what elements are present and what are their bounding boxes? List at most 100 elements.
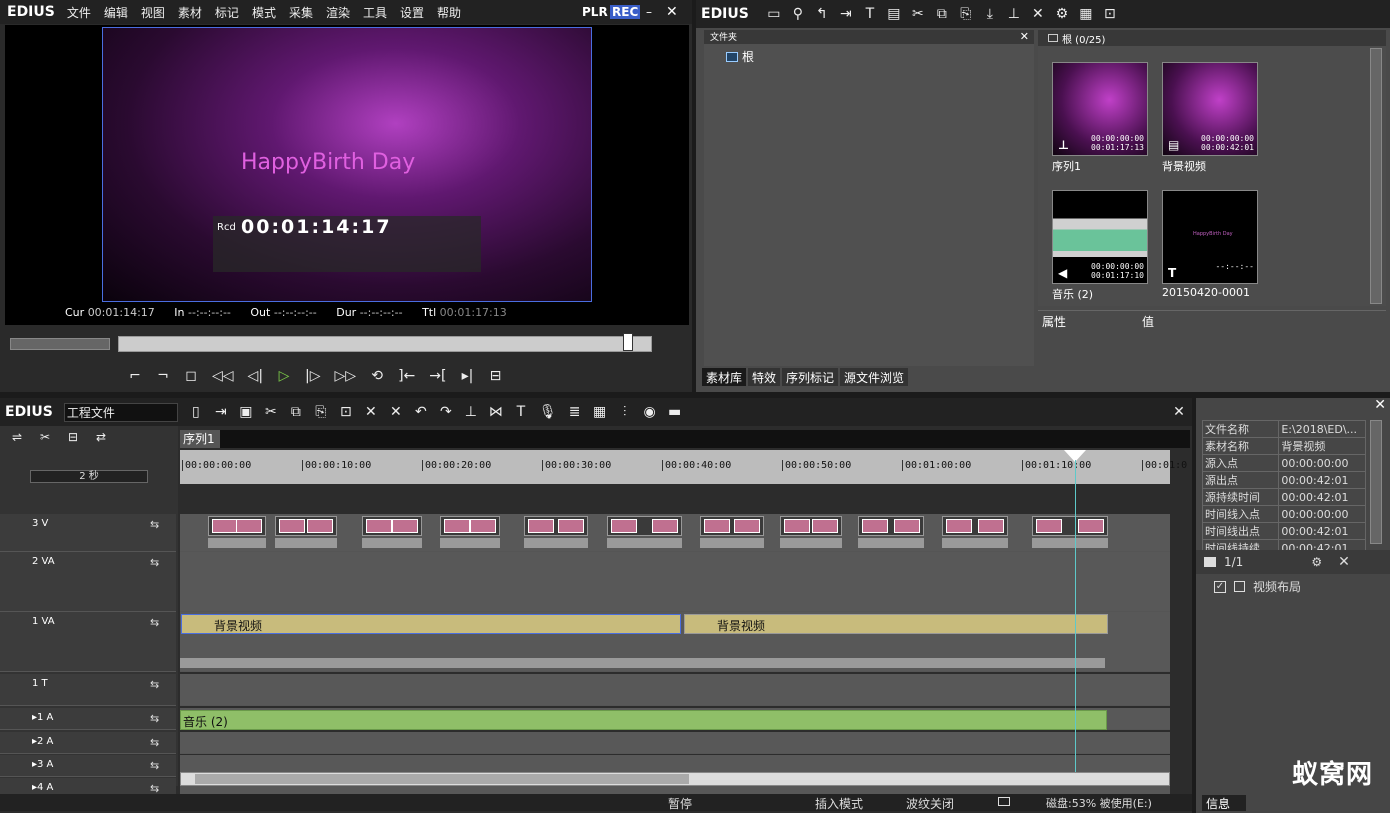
plr-label[interactable]: PLR <box>582 5 608 19</box>
delete-icon[interactable]: ✕ <box>1031 6 1045 22</box>
new-icon[interactable]: ▯ <box>189 404 203 420</box>
up-icon[interactable]: ↰ <box>815 6 829 22</box>
video-clip[interactable] <box>942 516 1008 536</box>
video-clip[interactable] <box>700 516 764 536</box>
stop-icon[interactable]: ◻ <box>184 368 198 384</box>
video-clip[interactable] <box>208 516 266 536</box>
properties-icon[interactable]: ⚙ <box>1055 6 1069 22</box>
video-clip[interactable] <box>780 516 842 536</box>
undo-icon[interactable]: ↶ <box>414 404 428 420</box>
track-sync-icon[interactable]: ⇆ <box>150 616 159 629</box>
video-clip[interactable] <box>275 516 337 536</box>
track-sync-icon[interactable]: ⇆ <box>150 678 159 691</box>
track-header[interactable]: ▸2 A ⇆ <box>0 732 176 754</box>
timeline-close-icon[interactable]: ✕ <box>1172 404 1186 420</box>
track-sync-icon[interactable]: ⇆ <box>150 759 159 772</box>
rec-label[interactable]: REC <box>610 5 641 19</box>
clip-thumbnail[interactable]: ▤ 00:00:00:00 00:00:42:01 <box>1162 62 1258 156</box>
color-icon[interactable]: ◉ <box>643 404 657 420</box>
track-sync-icon[interactable]: ⇆ <box>150 736 159 749</box>
track-lane[interactable] <box>180 674 1170 706</box>
position-slider[interactable] <box>118 333 652 352</box>
minimize-icon[interactable]: – <box>646 5 652 19</box>
menu-item-3[interactable]: 素材 <box>178 6 202 20</box>
copy-icon[interactable]: ⧉ <box>935 6 949 22</box>
track-header[interactable]: 1 VA ⇆ <box>0 612 176 672</box>
overwrite-icon[interactable]: ⊟ <box>488 368 502 384</box>
replace-icon[interactable]: ⊡ <box>339 404 353 420</box>
bin-tab-3[interactable]: 源文件浏览 <box>840 368 909 386</box>
menu-item-6[interactable]: 采集 <box>289 6 313 20</box>
fast-forward-icon[interactable]: ▷▷ <box>335 368 357 384</box>
track-header[interactable]: ▸3 A ⇆ <box>0 755 176 777</box>
rewind-icon[interactable]: ◁◁ <box>212 368 234 384</box>
color-bar-icon[interactable]: ▤ <box>887 6 901 22</box>
bin-close-icon[interactable]: ⊡ <box>1103 6 1117 22</box>
timeline-hscroll[interactable] <box>180 772 1170 786</box>
shuttle-slider[interactable] <box>10 338 110 350</box>
zoom-control[interactable]: 2 秒 <box>30 470 148 483</box>
bg-video-clip-2[interactable]: 背景视频 <box>684 614 1108 634</box>
title-icon[interactable]: T <box>863 6 877 22</box>
track-sync-icon[interactable]: ⇆ <box>150 556 159 569</box>
folder-root[interactable]: 根 <box>726 48 1034 65</box>
loop-icon[interactable]: ⟲ <box>370 368 384 384</box>
delete-tl-icon[interactable]: ✕ <box>364 404 378 420</box>
menu-item-9[interactable]: 设置 <box>400 6 424 20</box>
info-tab[interactable]: 信息 <box>1202 795 1246 811</box>
video-clip[interactable] <box>1032 516 1108 536</box>
folder-close-icon[interactable]: ✕ <box>1020 30 1029 44</box>
menu-item-1[interactable]: 编辑 <box>104 6 128 20</box>
save-icon[interactable]: ▣ <box>239 404 253 420</box>
ripple-delete-icon[interactable]: ✕ <box>389 404 403 420</box>
copy-tl-icon[interactable]: ⧉ <box>289 404 303 420</box>
menu-item-2[interactable]: 视图 <box>141 6 165 20</box>
next-edit-icon[interactable]: →[ <box>429 368 446 384</box>
insert-timeline-icon[interactable]: ⊥ <box>1007 6 1021 22</box>
video-clip[interactable] <box>362 516 422 536</box>
track-sync-icon[interactable]: ⇆ <box>150 518 159 531</box>
split-icon[interactable]: ✂ <box>38 430 52 444</box>
info-scrollbar[interactable] <box>1370 420 1382 544</box>
close-icon[interactable]: ✕ <box>666 4 678 20</box>
search-icon[interactable]: ⚲ <box>791 6 805 22</box>
menu-item-4[interactable]: 标记 <box>215 6 239 20</box>
cut-tl-icon[interactable]: ✂ <box>264 404 278 420</box>
effect-checkbox[interactable]: ✓ <box>1214 580 1226 593</box>
effects-delete-icon[interactable]: ✕ <box>1338 554 1350 570</box>
sync-icon[interactable]: ⇄ <box>94 430 108 444</box>
step-forward-icon[interactable]: |▷ <box>305 368 320 384</box>
music-clip[interactable]: 音乐 (2) <box>180 710 1107 730</box>
track-header[interactable]: ▸1 A ⇆ <box>0 708 176 730</box>
bg-video-clip-1[interactable]: 背景视频 <box>181 614 681 634</box>
effect-item[interactable]: ✓ 视频布局 <box>1214 578 1301 595</box>
track-lane[interactable] <box>180 732 1170 754</box>
hscroll-thumb[interactable] <box>195 774 689 784</box>
clip-thumbnail[interactable]: ⊥ 00:00:00:00 00:01:17:13 <box>1052 62 1148 156</box>
cut-icon[interactable]: ✂ <box>911 6 925 22</box>
prev-edit-icon[interactable]: ]← <box>398 368 415 384</box>
status-insert[interactable]: 插入模式 <box>815 795 863 812</box>
link-icon[interactable]: ⋈ <box>489 404 503 420</box>
import-icon[interactable]: ⇥ <box>839 6 853 22</box>
effects-settings-icon[interactable]: ⚙ <box>1311 555 1322 569</box>
play-icon[interactable]: ▷ <box>277 368 291 384</box>
menu-item-7[interactable]: 渲染 <box>326 6 350 20</box>
video-clip[interactable] <box>607 516 682 536</box>
bin-tab-2[interactable]: 序列标记 <box>782 368 839 386</box>
video-clip[interactable] <box>858 516 924 536</box>
track-sync-icon[interactable]: ⇆ <box>150 712 159 725</box>
marker-icon[interactable]: ⊥ <box>464 404 478 420</box>
menu-item-5[interactable]: 模式 <box>252 6 276 20</box>
redo-icon[interactable]: ↷ <box>439 404 453 420</box>
paste-tl-icon[interactable]: ⎘ <box>314 404 328 420</box>
track-header[interactable]: 1 T ⇆ <box>0 674 176 706</box>
timeline-ruler[interactable]: 00:00:00:00 00:00:10:00 00:00:20:00 00:00:3… <box>180 450 1187 484</box>
playhead-handle[interactable] <box>623 333 633 351</box>
menu-item-8[interactable]: 工具 <box>363 6 387 20</box>
track-lane[interactable] <box>180 552 1170 612</box>
bin-tab-0[interactable]: 素材库 <box>702 368 747 386</box>
clip-thumbnail[interactable]: ◀ 00:00:00:00 00:01:17:10 <box>1052 190 1148 284</box>
open-icon[interactable]: ⇥ <box>214 404 228 420</box>
mic-icon[interactable]: 🎙 <box>539 404 557 420</box>
